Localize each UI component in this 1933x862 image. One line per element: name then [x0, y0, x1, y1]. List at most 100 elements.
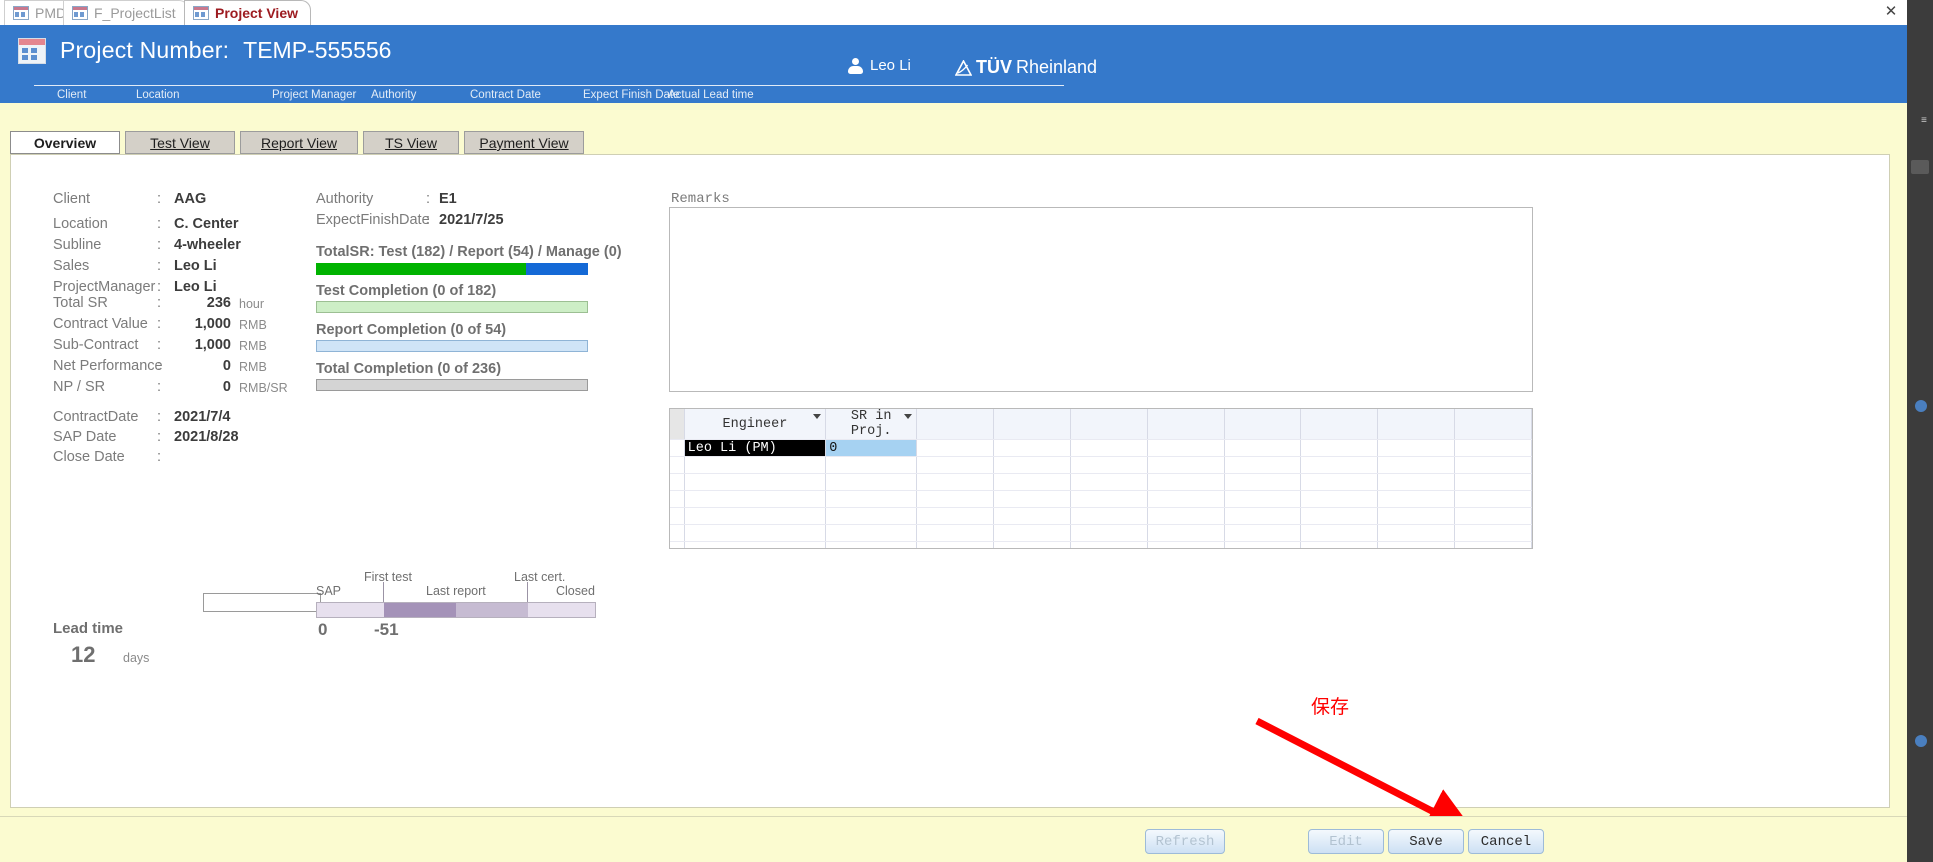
field-value: 236 — [206, 295, 231, 311]
current-user-name: Leo Li — [870, 57, 911, 74]
remarks-textarea[interactable] — [669, 207, 1533, 392]
row-selector-cell[interactable] — [670, 524, 685, 542]
tab-ts-view[interactable]: TS View — [363, 131, 459, 154]
table-row[interactable] — [670, 524, 1532, 542]
cell-blank[interactable] — [825, 541, 918, 548]
engineer-table: Engineer SR in Proj. Leo Li (PM) 0 — [670, 409, 1532, 548]
cell-blank — [1070, 490, 1148, 508]
cell-sr-in-proj[interactable]: 0 — [825, 439, 918, 457]
brand-name-bold: TÜV — [976, 57, 1012, 77]
row-selector-cell[interactable] — [670, 541, 685, 548]
cell-blank[interactable] — [825, 490, 918, 508]
chevron-down-icon[interactable] — [904, 414, 913, 419]
table-row[interactable] — [670, 490, 1532, 508]
cell-blank — [1454, 541, 1532, 548]
timeline-segment-4 — [528, 603, 595, 617]
timeline-tick-last-cert — [527, 582, 528, 602]
cell-blank[interactable] — [825, 473, 918, 491]
close-icon[interactable]: ✕ — [1883, 4, 1899, 20]
cell-blank[interactable] — [825, 507, 918, 525]
lead-time-title: Lead time — [53, 620, 124, 637]
row-selector-cell[interactable] — [670, 490, 685, 508]
cell-blank[interactable] — [684, 524, 827, 542]
field-label: Total SR — [53, 295, 108, 311]
cell-blank — [1377, 439, 1456, 457]
cancel-button[interactable]: Cancel — [1468, 829, 1544, 854]
table-row[interactable] — [670, 473, 1532, 491]
cell-blank — [916, 490, 995, 508]
table-row[interactable] — [670, 456, 1532, 474]
grid-corner-selector[interactable] — [670, 409, 685, 440]
cell-blank — [1224, 439, 1302, 457]
meta-label: Location — [136, 89, 180, 101]
overview-panel: Client : AAG Location : C. Center Sublin… — [10, 154, 1890, 834]
column-header-blank — [1377, 409, 1456, 440]
cell-blank — [1224, 456, 1302, 474]
table-row[interactable]: Leo Li (PM) 0 — [670, 439, 1532, 457]
cell-blank — [1377, 507, 1456, 525]
refresh-button[interactable]: Refresh — [1145, 829, 1225, 854]
cell-blank — [1070, 541, 1148, 548]
edit-button[interactable]: Edit — [1308, 829, 1384, 854]
cell-blank — [993, 439, 1071, 457]
chevron-down-icon[interactable] — [813, 414, 822, 419]
timeline-track — [316, 602, 596, 618]
current-user[interactable]: Leo Li — [848, 57, 911, 74]
cell-blank — [1070, 507, 1148, 525]
column-header-label: SR in Proj. — [850, 409, 892, 439]
field-value: 2021/7/25 — [439, 212, 504, 228]
cell-blank — [1147, 490, 1225, 508]
tab-payment-view[interactable]: Payment View — [464, 131, 584, 154]
cell-blank[interactable] — [825, 456, 918, 474]
table-row[interactable] — [670, 507, 1532, 525]
cell-blank — [1454, 456, 1532, 474]
field-unit: RMB — [239, 339, 267, 353]
cell-blank[interactable] — [684, 490, 827, 508]
row-selector-cell[interactable] — [670, 456, 685, 474]
document-tab-label: Project View — [215, 5, 299, 21]
cell-blank[interactable] — [825, 524, 918, 542]
field-separator: : — [157, 279, 162, 295]
close-date-input[interactable] — [203, 593, 321, 612]
field-unit: RMB — [239, 360, 267, 374]
cell-blank[interactable] — [684, 541, 827, 548]
field-value: Leo Li — [174, 279, 217, 295]
tab-test-view[interactable]: Test View — [125, 131, 235, 154]
strip-dot-icon — [1915, 735, 1927, 747]
timeline-value-start: 0 — [318, 620, 328, 639]
cell-blank — [1454, 490, 1532, 508]
document-tab-projectlist[interactable]: F_ProjectList — [63, 0, 189, 25]
cell-blank[interactable] — [684, 473, 827, 491]
document-tab-label: PMD — [35, 5, 67, 21]
row-selector-cell[interactable] — [670, 473, 685, 491]
row-selector-cell[interactable] — [670, 507, 685, 525]
cell-blank[interactable] — [684, 507, 827, 525]
document-tab-project-view[interactable]: Project View — [184, 0, 312, 25]
save-button[interactable]: Save — [1388, 829, 1464, 854]
timeline-tick-first-test — [383, 582, 384, 602]
column-header-sr-in-proj[interactable]: SR in Proj. — [825, 409, 918, 440]
tab-report-view[interactable]: Report View — [240, 131, 358, 154]
field-label: NP / SR — [53, 379, 106, 395]
cell-blank[interactable] — [684, 456, 827, 474]
report-completion-title: Report Completion (0 of 54) — [316, 322, 507, 338]
report-completion-bar — [316, 340, 588, 352]
timeline-label-closed: Closed — [556, 584, 595, 598]
cell-blank — [1224, 507, 1302, 525]
row-selector-cell[interactable] — [670, 439, 685, 457]
column-header-engineer[interactable]: Engineer — [684, 409, 827, 440]
tab-label: TS View — [385, 135, 437, 151]
meta-label: Authority — [371, 89, 417, 101]
total-completion-title: Total Completion (0 of 236) — [316, 361, 502, 377]
form-icon — [193, 6, 209, 20]
engineer-grid[interactable]: Engineer SR in Proj. Leo Li (PM) 0 — [669, 408, 1533, 549]
cell-blank — [1300, 507, 1379, 525]
cell-engineer[interactable]: Leo Li (PM) — [684, 439, 827, 457]
tab-overview[interactable]: Overview — [10, 131, 120, 154]
timeline-segment-1 — [317, 603, 384, 617]
field-value: 1,000 — [194, 316, 231, 332]
field-unit: hour — [239, 297, 265, 311]
column-header-blank — [1454, 409, 1532, 440]
table-row[interactable] — [670, 541, 1532, 548]
remarks-label: Remarks — [671, 191, 730, 207]
